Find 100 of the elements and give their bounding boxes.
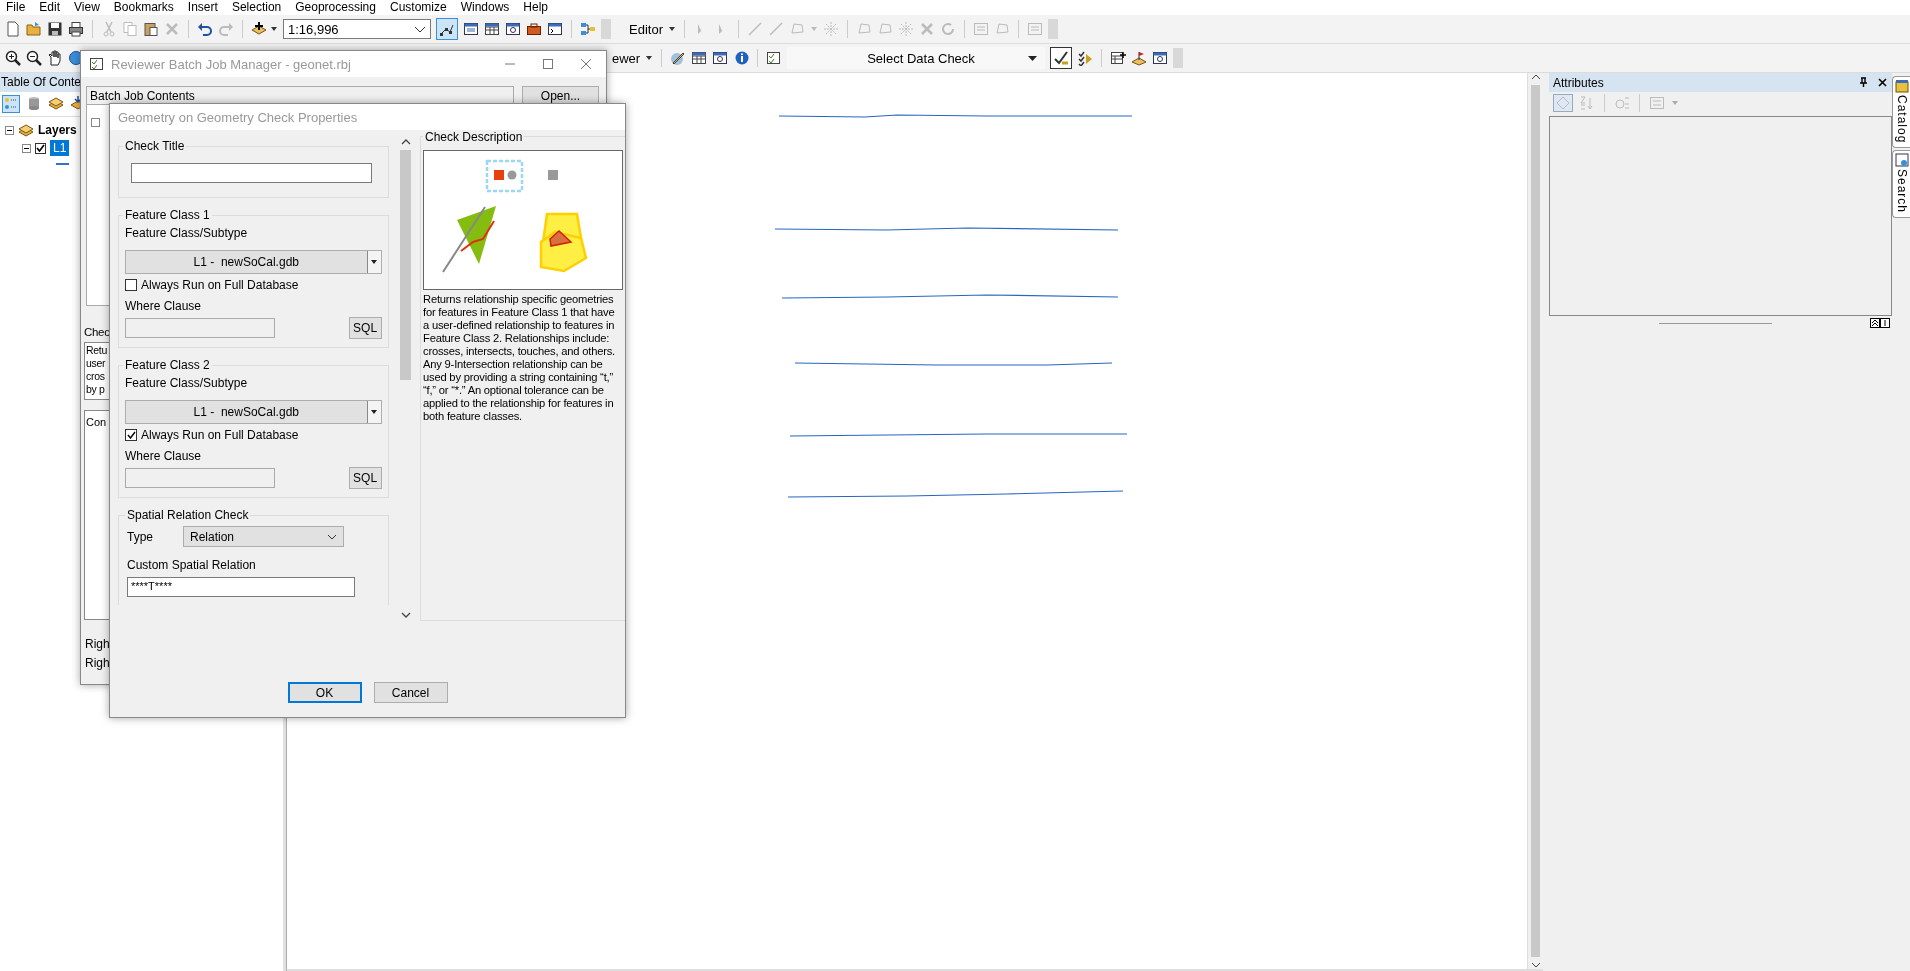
info-icon[interactable] [733,50,750,66]
caret-icon[interactable] [370,408,379,416]
section-label: Chec [84,326,110,338]
menu-item[interactable]: Selection [225,0,290,14]
sql-button[interactable]: SQL [348,317,382,339]
data-check-dropdown[interactable]: Select Data Check [787,47,1046,69]
scroll-up-icon[interactable] [400,138,411,146]
section-label: Con [86,416,107,428]
check-icon [36,144,45,152]
scroll-up-icon[interactable] [1530,73,1541,81]
layers-icon[interactable] [18,122,34,138]
checkbox-label[interactable]: Always Run on Full Database [141,278,299,292]
side-tab[interactable]: Catalog [1892,76,1910,149]
undo-icon[interactable] [197,21,213,37]
reviewer-menu[interactable]: ewer [612,50,641,66]
dialog-title: Reviewer Batch Job Manager - geonet.rbj [111,56,351,72]
collapse-toggle[interactable] [91,118,100,127]
where-clause-field[interactable] [125,468,275,488]
checklist-icon [89,56,105,72]
cancel-button[interactable]: Cancel [373,682,448,703]
add-data-icon[interactable] [251,21,267,37]
caret-icon[interactable] [270,25,278,33]
catalog-icon [1894,79,1909,93]
caret-icon[interactable] [645,54,654,62]
group-label: Spatial Relation Check [126,508,250,522]
zoom-out-icon[interactable] [26,50,42,66]
checkbox-label[interactable]: Always Run on Full Database [141,428,299,442]
checklist-icon[interactable] [766,50,783,66]
command-icon[interactable] [547,21,563,37]
field-label: Where Clause [125,449,203,463]
expand-all-icon[interactable] [1870,318,1880,328]
checkbox[interactable] [125,429,137,441]
menu-item[interactable]: File [0,0,34,14]
menu-item[interactable]: Customize [383,0,455,14]
scale-field[interactable]: 1:16,996 [283,19,431,39]
collapse-toggle[interactable] [5,125,14,135]
table-add-icon[interactable] [1110,50,1127,66]
table-icon[interactable] [484,21,500,37]
sql-button[interactable]: SQL [348,467,382,489]
paste-icon[interactable] [143,21,159,37]
flag-map-icon[interactable] [1131,50,1148,66]
table-icon[interactable] [691,50,708,66]
where-clause-field[interactable] [125,318,275,338]
layer-checkbox[interactable] [35,142,46,154]
menu-item[interactable]: Geoprocessing [289,0,384,14]
caret-icon[interactable] [667,25,676,33]
field-label: Custom Spatial Relation [127,558,257,572]
type-dropdown[interactable]: Relation [183,526,344,547]
ok-button[interactable]: OK [287,682,362,703]
description-text: Returns relationship specific geometries for features in Feature Class 1 that have a user-defined relationship to features in Feature Class 2. Relationships include: crosses, intersects, touches, and others. Any 9-Intersection relationship can be used by providing a string containing “t,” “f,” or “*.” An optional tolerance can be applied to the relationship for features in both feature classes. [423,293,617,423]
toolbox-icon[interactable] [526,21,542,37]
open-button[interactable]: Open... [522,86,599,106]
window-search-icon[interactable] [712,50,729,66]
layers-label[interactable]: Layers [38,123,77,137]
window-icon[interactable] [463,21,479,37]
menu-item[interactable]: Edit [33,0,69,14]
maximize-icon[interactable] [542,58,554,70]
pin-icon[interactable] [1858,77,1869,88]
side-tab[interactable]: Search [1892,150,1910,219]
layer-name[interactable]: L1 [50,140,70,156]
caret-icon[interactable] [1028,54,1038,62]
pan-icon[interactable] [47,50,63,66]
checkbox[interactable] [125,279,137,291]
field-label: Feature Class/Subtype [125,226,249,240]
caret-icon[interactable] [370,258,379,266]
save-icon[interactable] [47,21,63,37]
open-folder-icon[interactable] [26,21,42,37]
menu-item[interactable]: Windows [454,0,518,14]
group-label: Check Title [124,139,186,153]
chevron-down-icon[interactable] [327,532,337,541]
check-icon [126,431,136,439]
menu-item[interactable]: Insert [181,0,226,14]
group-label: Feature Class 2 [124,358,211,372]
window-search-icon[interactable] [1152,50,1169,66]
menu-item[interactable]: Help [517,0,557,14]
window-search-icon[interactable] [505,21,521,37]
scrollbar[interactable] [1527,73,1543,969]
panel-icon[interactable] [1880,318,1890,328]
feature-class-dropdown[interactable]: L1 - newSoCal.gdb [125,250,382,274]
editor-menu[interactable]: Editor [629,21,663,37]
zoom-in-icon[interactable] [5,50,21,66]
menu-item[interactable]: Bookmarks [107,0,182,14]
model-icon[interactable] [580,21,596,37]
close-icon[interactable] [1877,77,1888,88]
chevron-down-icon[interactable] [414,24,426,34]
new-file-icon[interactable] [5,21,21,37]
print-icon[interactable] [68,21,84,37]
menu-item[interactable]: View [68,0,108,14]
database-icon[interactable] [26,95,42,111]
check-title-field[interactable] [131,163,372,183]
pencil-icon[interactable] [670,50,687,66]
scroll-down-icon[interactable] [400,611,411,619]
run-checks-icon[interactable] [1077,50,1094,66]
check-icon[interactable] [1053,50,1070,66]
collapse-toggle[interactable] [22,143,31,153]
custom-relation-field[interactable]: ****T**** [127,577,355,597]
feature-class-dropdown[interactable]: L1 - newSoCal.gdb [125,400,382,424]
layers-icon[interactable] [48,95,64,111]
scroll-down-icon[interactable] [1530,961,1541,969]
field-label: Where Clause [125,299,203,313]
